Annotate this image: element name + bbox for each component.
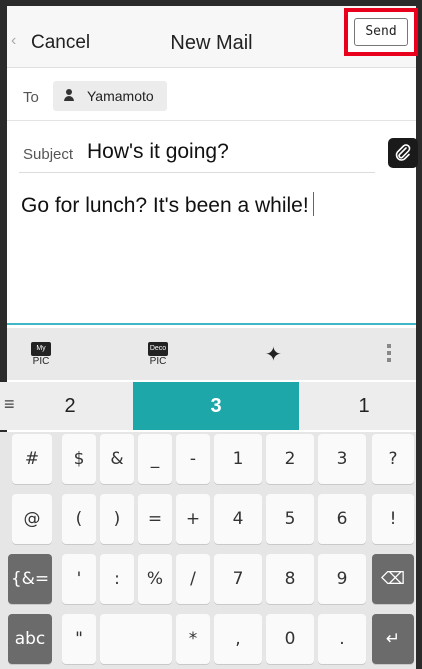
- key[interactable]: 3: [318, 434, 366, 484]
- back-chevron-icon: ‹: [11, 32, 17, 49]
- my-pic-badge: My: [31, 342, 51, 356]
- key[interactable]: 9: [318, 554, 366, 604]
- key[interactable]: $: [62, 434, 96, 484]
- to-row[interactable]: To Yamamoto: [7, 69, 416, 121]
- sparkle-icon[interactable]: ✦: [265, 342, 282, 367]
- enter-key[interactable]: ↵: [372, 614, 414, 664]
- key[interactable]: 4: [214, 494, 262, 544]
- paperclip-icon: [395, 144, 411, 161]
- candidate-active[interactable]: 3: [133, 382, 299, 430]
- key[interactable]: 6: [318, 494, 366, 544]
- deco-pic-button[interactable]: Deco PIC: [146, 342, 174, 372]
- symbol-mode-key[interactable]: {&=: [8, 554, 52, 604]
- key[interactable]: 1: [214, 434, 262, 484]
- candidate-right[interactable]: 1: [314, 382, 414, 430]
- deco-pic-badge: Deco: [148, 342, 168, 356]
- send-highlight: Send: [344, 8, 418, 56]
- key[interactable]: .: [318, 614, 366, 664]
- key[interactable]: 7: [214, 554, 262, 604]
- send-button[interactable]: Send: [354, 18, 408, 46]
- subject-field[interactable]: How's it going?: [87, 140, 229, 164]
- abc-mode-key[interactable]: abc: [8, 614, 52, 664]
- subject-row[interactable]: Subject How's it going?: [7, 124, 418, 174]
- key[interactable]: /: [176, 554, 210, 604]
- subject-label: Subject: [23, 146, 74, 163]
- key[interactable]: &: [100, 434, 134, 484]
- cancel-button[interactable]: Cancel: [31, 32, 90, 54]
- key[interactable]: ": [62, 614, 96, 664]
- key[interactable]: 8: [266, 554, 314, 604]
- mail-body[interactable]: Go for lunch? It's been a while!: [7, 176, 416, 324]
- vertical-dots-icon[interactable]: [387, 344, 391, 366]
- subject-divider: [19, 172, 375, 173]
- key[interactable]: ,: [214, 614, 262, 664]
- key[interactable]: ): [100, 494, 134, 544]
- my-pic-label: PIC: [32, 356, 50, 367]
- key[interactable]: #: [12, 434, 52, 484]
- recipient-chip[interactable]: Yamamoto: [53, 81, 167, 111]
- body-focus-line: [7, 323, 416, 325]
- to-label: To: [23, 89, 39, 106]
- keyboard: # $ & _ - 1 2 3 ? @ ( ) = + 4 5 6 ! {&= …: [0, 432, 416, 669]
- key[interactable]: (: [62, 494, 96, 544]
- key[interactable]: _: [138, 434, 172, 484]
- person-icon: [63, 89, 75, 103]
- menu-icon[interactable]: ≡: [4, 394, 15, 415]
- backspace-key[interactable]: ⌫: [372, 554, 414, 604]
- candidate-left[interactable]: 2: [20, 382, 120, 430]
- my-pic-button[interactable]: My PIC: [29, 342, 57, 372]
- text-caret: [312, 192, 314, 216]
- key[interactable]: +: [176, 494, 210, 544]
- attach-button[interactable]: [388, 138, 418, 168]
- input-toolbar: My PIC Deco PIC ✦: [7, 328, 416, 380]
- key[interactable]: 2: [266, 434, 314, 484]
- key[interactable]: 5: [266, 494, 314, 544]
- recipient-name: Yamamoto: [87, 88, 154, 104]
- space-key[interactable]: [100, 614, 172, 664]
- key[interactable]: !: [372, 494, 414, 544]
- key[interactable]: ?: [372, 434, 414, 484]
- key[interactable]: @: [12, 494, 52, 544]
- key[interactable]: =: [138, 494, 172, 544]
- key[interactable]: *: [176, 614, 210, 664]
- key[interactable]: 0: [266, 614, 314, 664]
- candidate-bar: ≡ 2 3 1: [0, 382, 416, 430]
- key[interactable]: ': [62, 554, 96, 604]
- body-text: Go for lunch? It's been a while!: [21, 194, 309, 217]
- key[interactable]: :: [100, 554, 134, 604]
- key[interactable]: -: [176, 434, 210, 484]
- deco-pic-label: PIC: [149, 356, 167, 367]
- key[interactable]: %: [138, 554, 172, 604]
